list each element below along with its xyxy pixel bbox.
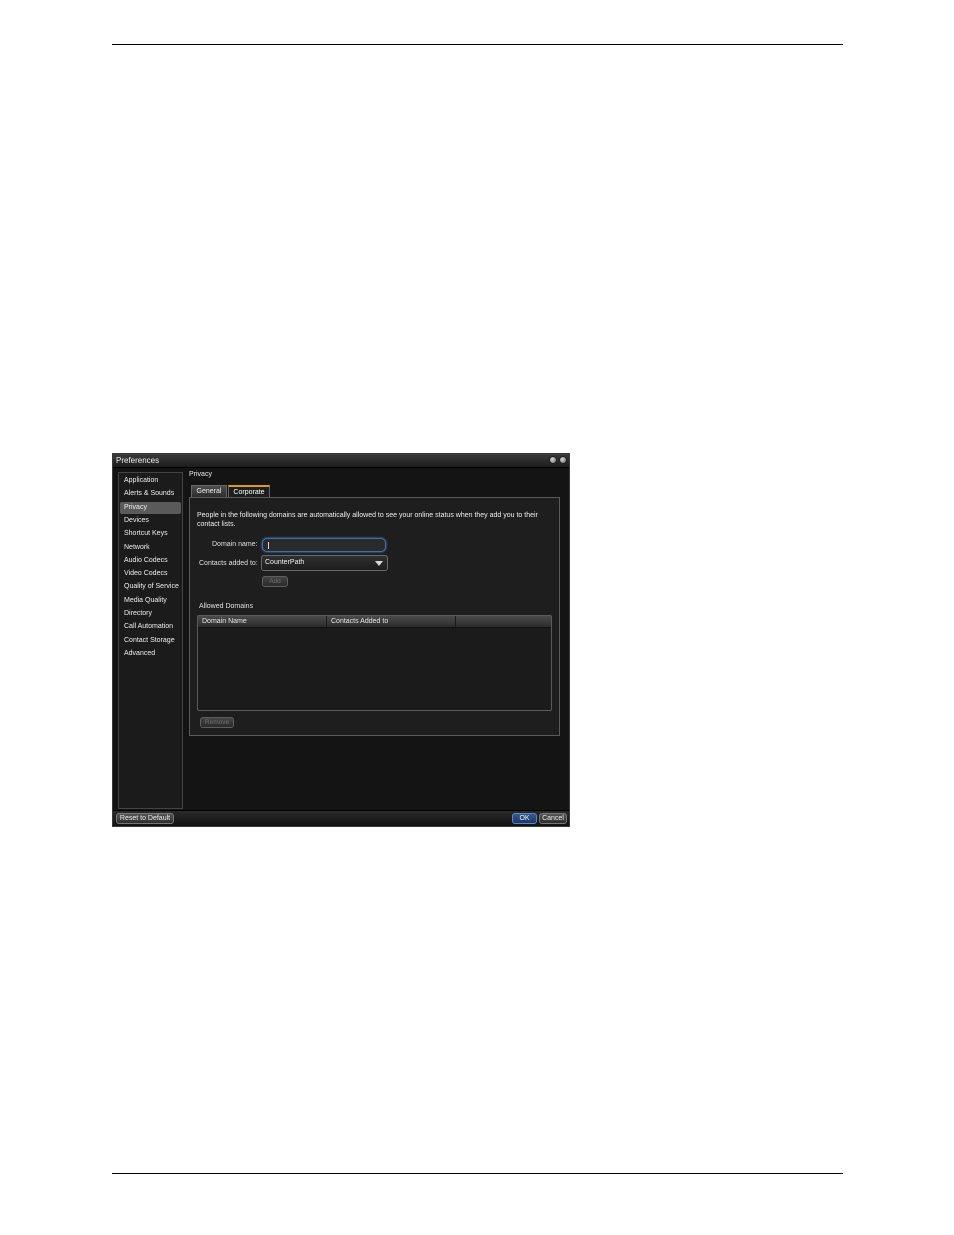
domain-name-input[interactable] <box>263 539 385 551</box>
dropdown-arrow-icon <box>375 561 383 566</box>
contacts-added-to-value: CounterPath <box>265 559 305 566</box>
sidebar-item-audio-codecs[interactable]: Audio Codecs <box>120 555 181 567</box>
remove-button[interactable]: Remove <box>200 717 234 728</box>
sidebar-item-quality-of-service[interactable]: Quality of Service <box>120 581 181 593</box>
cancel-button[interactable]: Cancel <box>539 813 567 824</box>
add-button[interactable]: Add <box>262 576 288 587</box>
corporate-panel: People in the following domains are auto… <box>189 497 560 736</box>
contacts-added-to-label: Contacts added to: <box>199 560 258 567</box>
tab-corporate[interactable]: Corporate <box>228 485 270 497</box>
table-header: Domain Name Contacts Added to <box>198 616 551 628</box>
preferences-window: Preferences Application Alerts & Sounds … <box>112 453 570 827</box>
sidebar-item-shortcut-keys[interactable]: Shortcut Keys <box>120 528 181 540</box>
section-title: Privacy <box>189 471 212 478</box>
sidebar-item-privacy[interactable]: Privacy <box>120 501 181 514</box>
preferences-sidebar: Application Alerts & Sounds Privacy Devi… <box>118 472 183 809</box>
allowed-domains-table[interactable]: Domain Name Contacts Added to <box>197 615 552 711</box>
domain-name-field[interactable] <box>262 538 386 552</box>
window-titlebar[interactable]: Preferences <box>113 454 569 468</box>
sidebar-item-call-automation[interactable]: Call Automation <box>120 621 181 633</box>
page-top-rule <box>112 44 843 45</box>
window-title: Preferences <box>116 456 160 465</box>
page-bottom-rule <box>112 1173 843 1174</box>
sidebar-item-video-codecs[interactable]: Video Codecs <box>120 568 181 580</box>
sidebar-item-network[interactable]: Network <box>120 542 181 554</box>
column-header-empty[interactable] <box>456 616 551 627</box>
text-caret <box>268 542 269 549</box>
sidebar-item-advanced[interactable]: Advanced <box>120 648 181 660</box>
minimize-icon[interactable] <box>549 456 557 464</box>
sidebar-item-application[interactable]: Application <box>120 475 181 487</box>
contacts-added-to-select[interactable]: CounterPath <box>261 555 388 571</box>
sidebar-item-devices[interactable]: Devices <box>120 515 181 527</box>
sidebar-item-directory[interactable]: Directory <box>120 608 181 620</box>
sidebar-item-contact-storage[interactable]: Contact Storage <box>120 635 181 647</box>
corporate-description: People in the following domains are auto… <box>197 512 538 528</box>
sidebar-item-media-quality[interactable]: Media Quality <box>120 595 181 607</box>
allowed-domains-title: Allowed Domains <box>199 603 254 610</box>
sidebar-item-alerts-sounds[interactable]: Alerts & Sounds <box>120 488 181 500</box>
domain-name-label: Domain name: <box>212 541 258 548</box>
column-header-domain-name[interactable]: Domain Name <box>198 616 327 627</box>
ok-button[interactable]: OK <box>512 813 537 824</box>
reset-to-default-button[interactable]: Reset to Default <box>116 813 174 824</box>
close-icon[interactable] <box>559 456 567 464</box>
tab-general[interactable]: General <box>191 485 227 497</box>
column-header-contacts-added-to[interactable]: Contacts Added to <box>327 616 456 627</box>
dialog-footer: Reset to Default OK Cancel <box>113 810 569 826</box>
